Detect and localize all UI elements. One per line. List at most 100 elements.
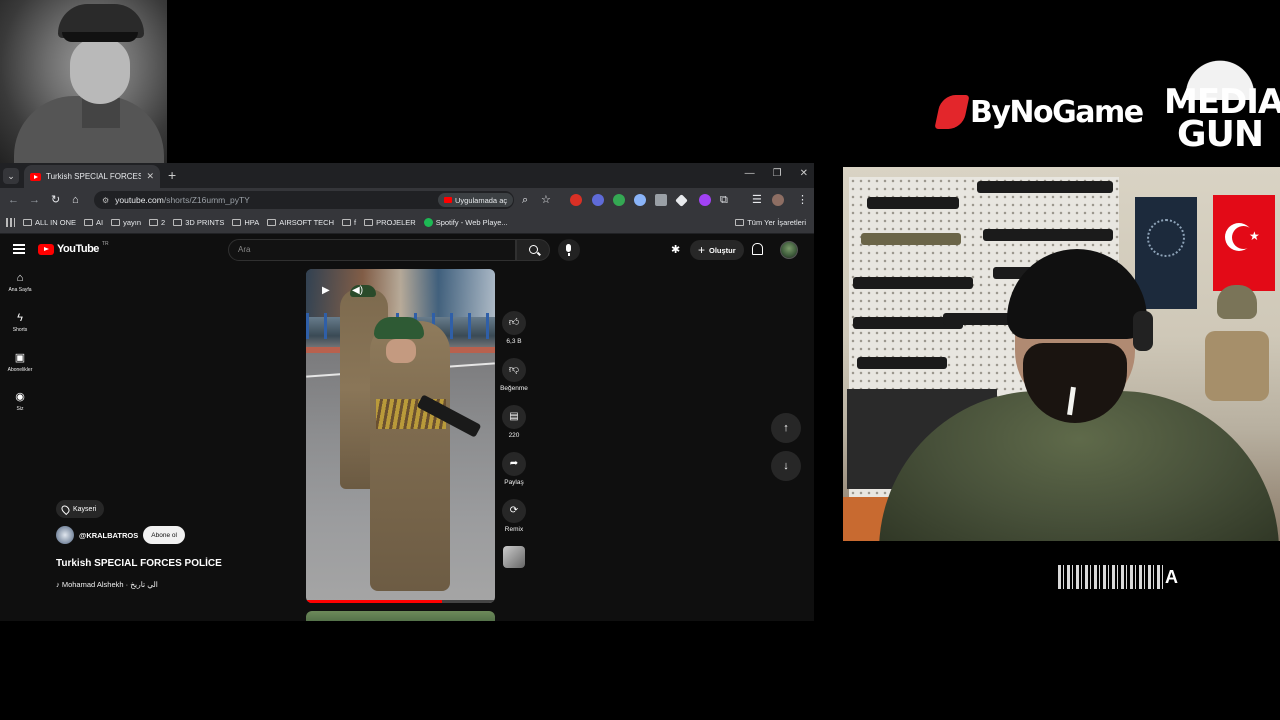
zoom-icon[interactable]: ⌕ <box>522 194 528 206</box>
extension-red-icon[interactable] <box>570 194 582 206</box>
bookmark-folder[interactable]: f <box>342 218 356 227</box>
site-info-icon[interactable]: ⚙ <box>102 196 109 205</box>
reload-icon[interactable]: ↻ <box>51 194 60 206</box>
play-pause-icon[interactable]: ▶ <box>322 285 330 296</box>
location-chip[interactable]: Kayseri <box>56 500 105 518</box>
folder-icon <box>735 219 745 226</box>
youtube-play-icon <box>38 243 54 255</box>
like-count: 6,3 B <box>506 338 522 345</box>
portrait-face <box>70 38 130 104</box>
folder-icon <box>342 219 351 226</box>
extension-shield-icon[interactable] <box>655 194 667 206</box>
bookmark-folder[interactable]: yayın <box>111 218 141 227</box>
bookmark-folder[interactable]: HPA <box>232 218 259 227</box>
video-progress-bar[interactable] <box>306 600 495 603</box>
voice-search-icon[interactable] <box>558 239 580 261</box>
youtube-app-icon <box>444 197 452 203</box>
bookmark-folder[interactable]: ALL IN ONE <box>23 218 76 227</box>
search-icon <box>529 245 538 254</box>
home-icon: ⌂ <box>16 272 24 284</box>
menu-icon[interactable] <box>13 244 25 254</box>
folder-icon <box>111 219 121 226</box>
volume-icon[interactable]: ◀) <box>352 285 363 296</box>
tab-close-icon[interactable]: ✕ <box>146 171 154 182</box>
home-icon[interactable]: ⌂ <box>72 194 79 206</box>
window-close-icon[interactable]: ✕ <box>800 168 808 179</box>
extensions-puzzle-icon[interactable]: ⧉ <box>720 194 728 206</box>
remix-icon: ⟳ <box>502 499 526 523</box>
media-controls-icon[interactable]: ☰ <box>752 194 762 206</box>
bookmarks-bar: ALL IN ONE AI yayın 2 3D PRINTS HPA AIRS… <box>0 212 814 234</box>
open-in-app-button[interactable]: Uygulamada aç <box>438 193 514 207</box>
extension-blue-icon[interactable] <box>592 194 604 206</box>
extension-purple-icon[interactable] <box>699 194 711 206</box>
tab-youtube-short[interactable]: Turkish SPECIAL FORCES POLİCE ✕ <box>24 165 160 188</box>
create-button[interactable]: + Oluştur <box>690 240 744 260</box>
youtube-favicon-icon <box>30 172 41 181</box>
sound-button[interactable] <box>497 546 531 568</box>
tab-search-icon[interactable]: ⌄ <box>3 168 19 184</box>
sidebar-item-you[interactable]: ◉ Siz <box>0 391 40 412</box>
short-sound-link[interactable]: ♪ Mohamad Alshekh · الي تاريخ <box>56 580 158 589</box>
dislike-button[interactable]: 👎︎ Beğenme <box>497 358 531 392</box>
subscribe-button[interactable]: Abone ol <box>143 526 185 544</box>
wall-rifle <box>867 197 959 209</box>
channel-handle[interactable]: @KRALBATROS <box>79 531 138 540</box>
bookmark-folder[interactable]: PROJELER <box>364 218 416 227</box>
apps-grid-icon[interactable] <box>6 218 15 227</box>
short-video-player[interactable]: ▶ ◀) <box>306 269 495 603</box>
folder-icon <box>84 219 93 226</box>
youtube-header: YouTube TR Ara ✱ + Oluştur <box>0 234 814 266</box>
back-icon[interactable]: ← <box>8 194 19 206</box>
portrait-photo <box>0 0 167 163</box>
bookmark-folder[interactable]: 2 <box>149 218 165 227</box>
comment-count: 220 <box>508 432 520 439</box>
browser-toolbar: ← → ↻ ⌂ ⚙ youtube.com/shorts/Z16umm_pyTY… <box>0 188 814 212</box>
folder-icon <box>149 219 159 226</box>
browser-menu-icon[interactable]: ⋮ <box>797 194 808 206</box>
shorts-edit-icon[interactable]: ✱ <box>671 243 680 256</box>
extension-diamond-icon[interactable] <box>675 194 688 207</box>
share-icon: ➦ <box>502 452 526 476</box>
location-pin-icon <box>59 503 72 515</box>
channel-row: @KRALBATROS Abone ol <box>56 526 185 544</box>
bookmark-star-icon[interactable]: ☆ <box>541 194 551 206</box>
share-button[interactable]: ➦ Paylaş <box>497 452 531 486</box>
bookmark-folder[interactable]: AIRSOFT TECH <box>267 218 334 227</box>
search-input[interactable]: Ara <box>228 239 516 261</box>
sidebar-item-shorts[interactable]: ϟ Shorts <box>0 312 40 333</box>
extension-discord-icon[interactable] <box>634 194 646 206</box>
all-bookmarks-folder[interactable]: Tüm Yer İşaretleri <box>735 218 806 227</box>
previous-short-button[interactable]: ↑ <box>771 413 801 443</box>
next-short-preview[interactable] <box>306 611 495 621</box>
profile-avatar-icon[interactable] <box>772 194 784 206</box>
portrait-visor <box>62 32 138 42</box>
new-tab-button[interactable]: + <box>168 168 176 182</box>
comments-button[interactable]: ▤ 220 <box>497 405 531 439</box>
search-button[interactable] <box>516 239 550 261</box>
remix-button[interactable]: ⟳ Remix <box>497 499 531 533</box>
forward-icon[interactable]: → <box>29 194 40 206</box>
minimize-icon[interactable]: — <box>745 168 755 179</box>
overlay-letter: A <box>1165 566 1178 587</box>
remix-label: Remix <box>504 526 524 533</box>
notifications-bell-icon[interactable] <box>752 243 763 255</box>
like-button[interactable]: 👍︎ 6,3 B <box>497 311 531 345</box>
channel-avatar[interactable] <box>56 526 74 544</box>
bookmark-folder[interactable]: 3D PRINTS <box>173 218 224 227</box>
sidebar-item-subscriptions[interactable]: ▣ Abonelikler <box>0 352 40 373</box>
sidebar-item-home[interactable]: ⌂ Ana Sayfa <box>0 272 40 293</box>
youtube-logo[interactable]: YouTube TR <box>38 241 109 255</box>
extension-green-icon[interactable] <box>613 194 625 206</box>
region-code: TR <box>101 241 109 247</box>
bookmark-folder[interactable]: AI <box>84 218 103 227</box>
folder-icon <box>267 219 277 226</box>
restore-icon[interactable]: ❐ <box>773 168 782 179</box>
bookmark-spotify[interactable]: Spotify - Web Playe... <box>423 218 508 227</box>
folder-icon <box>173 219 183 226</box>
video-background-buildings <box>306 269 495 317</box>
avatar[interactable] <box>780 241 798 259</box>
glitch-graphic <box>1058 565 1163 589</box>
next-short-button[interactable]: ↓ <box>771 451 801 481</box>
mediagun-word-bottom: GUN <box>1177 114 1264 155</box>
